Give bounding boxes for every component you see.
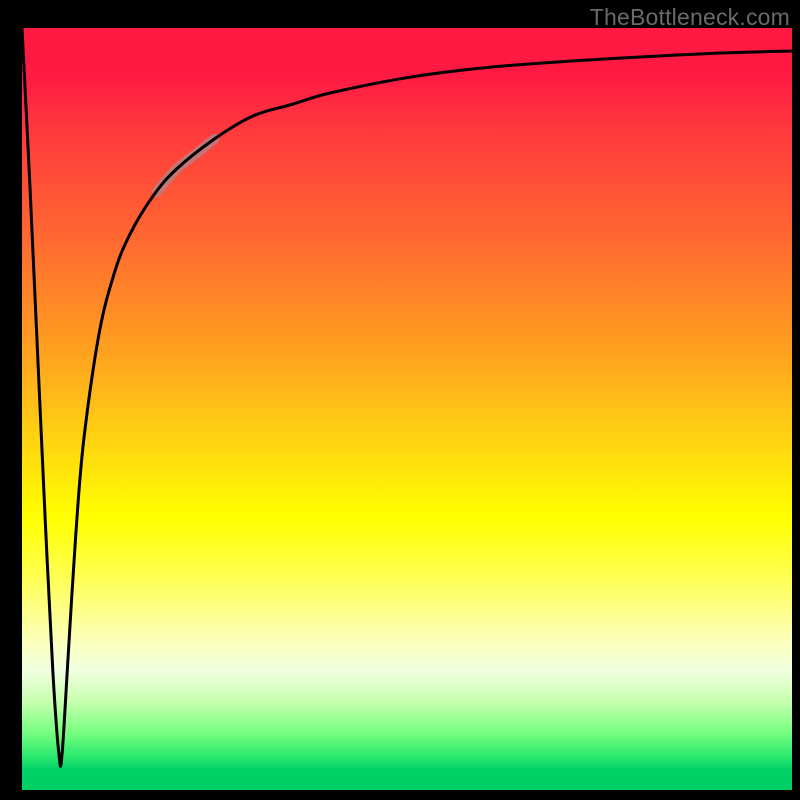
curve-layer xyxy=(22,28,792,793)
chart-frame xyxy=(22,28,792,793)
watermark-text: TheBottleneck.com xyxy=(590,4,790,31)
plot-bottom-edge xyxy=(22,790,792,793)
bottleneck-curve xyxy=(22,28,792,766)
